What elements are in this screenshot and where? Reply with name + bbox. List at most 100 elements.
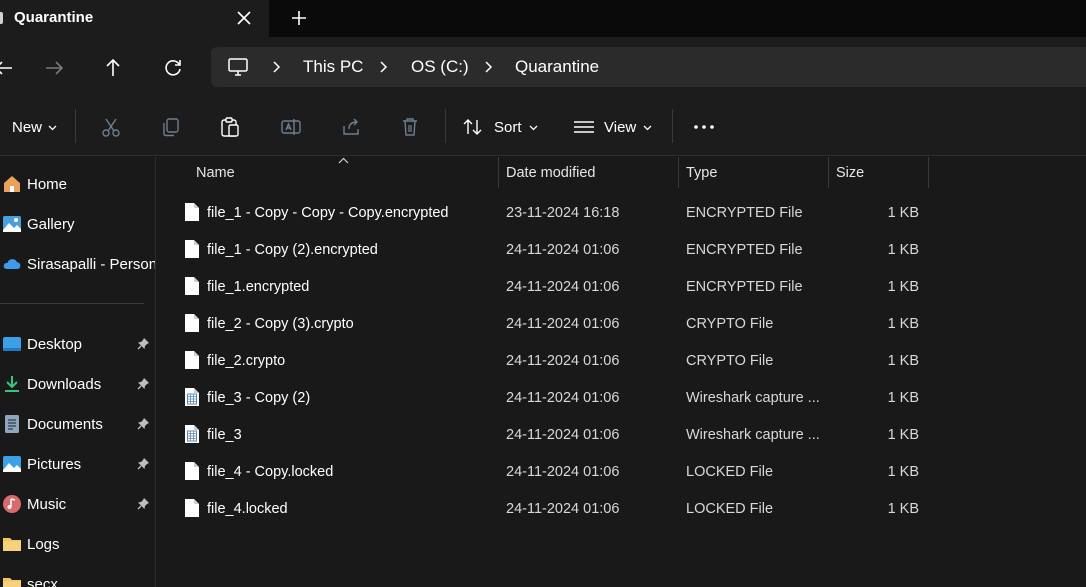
view-button[interactable]: View xyxy=(604,119,636,136)
file-row[interactable]: file_1.encrypted 24-11-2024 01:06 ENCRYP… xyxy=(157,268,1086,305)
file-row[interactable]: file_3 24-11-2024 01:06 Wireshark captur… xyxy=(157,416,1086,453)
sort-button[interactable]: Sort xyxy=(494,119,522,136)
delete-icon[interactable] xyxy=(399,116,421,138)
file-row[interactable]: file_2 - Copy (3).crypto 24-11-2024 01:0… xyxy=(157,305,1086,342)
file-size: 1 KB xyxy=(887,464,919,480)
this-pc-icon xyxy=(228,58,248,76)
share-icon[interactable] xyxy=(340,116,362,138)
file-size: 1 KB xyxy=(887,390,919,406)
refresh-icon[interactable] xyxy=(161,56,185,80)
file-name: file_3 - Copy (2) xyxy=(207,390,311,406)
back-arrow-icon[interactable] xyxy=(0,56,16,80)
column-header-size[interactable]: Size xyxy=(829,157,928,188)
gallery-icon xyxy=(3,216,21,232)
file-row[interactable]: file_4.locked 24-11-2024 01:06 LOCKED Fi… xyxy=(157,490,1086,527)
sidebar-item-documents[interactable]: Documents xyxy=(0,406,155,442)
breadcrumb-os-c[interactable]: OS (C:) xyxy=(411,57,469,77)
file-type: ENCRYPTED File xyxy=(686,279,803,295)
sidebar-item-logs[interactable]: Logs xyxy=(0,526,155,562)
sidebar-item-label: Downloads xyxy=(27,376,102,393)
chevron-right-icon[interactable] xyxy=(269,60,283,74)
column-header-label: Size xyxy=(836,165,865,181)
blank-file-icon xyxy=(185,240,199,258)
copy-icon[interactable] xyxy=(160,116,182,138)
file-date-modified: 24-11-2024 01:06 xyxy=(506,242,620,258)
capture-file-icon xyxy=(185,425,199,443)
file-row[interactable]: file_1 - Copy (2).encrypted 24-11-2024 0… xyxy=(157,231,1086,268)
paste-icon[interactable] xyxy=(219,116,241,138)
blank-file-icon xyxy=(185,462,199,480)
downloads-icon xyxy=(5,376,19,392)
pin-icon[interactable] xyxy=(137,417,150,430)
chevron-right-icon[interactable] xyxy=(376,60,390,74)
new-button[interactable]: New xyxy=(12,119,42,136)
sidebar-item-pictures[interactable]: Pictures xyxy=(0,446,155,482)
sidebar-item-desktop[interactable]: Desktop xyxy=(0,326,155,362)
blank-file-icon xyxy=(185,499,199,517)
file-size: 1 KB xyxy=(887,205,919,221)
new-tab-plus-icon[interactable] xyxy=(288,7,310,29)
file-type: Wireshark capture ... xyxy=(686,427,820,443)
pin-icon[interactable] xyxy=(137,497,150,510)
rename-icon[interactable] xyxy=(280,116,302,138)
blank-file-icon xyxy=(185,277,199,295)
sort-icon[interactable] xyxy=(462,116,484,138)
pin-icon[interactable] xyxy=(137,337,150,350)
file-date-modified: 24-11-2024 01:06 xyxy=(506,464,620,480)
toolbar-divider xyxy=(75,109,76,143)
chevron-right-icon[interactable] xyxy=(481,60,495,74)
file-row[interactable]: file_4 - Copy.locked 24-11-2024 01:06 LO… xyxy=(157,453,1086,490)
folder-icon xyxy=(3,578,21,587)
address-bar[interactable]: This PC OS (C:) Quarantine xyxy=(211,47,1086,87)
sidebar-item-label: Home xyxy=(27,176,68,193)
file-row[interactable]: file_3 - Copy (2) 24-11-2024 01:06 Wires… xyxy=(157,379,1086,416)
breadcrumb-quarantine[interactable]: Quarantine xyxy=(515,57,599,77)
column-divider[interactable] xyxy=(928,157,929,188)
sidebar-item-music[interactable]: Music xyxy=(0,486,155,522)
close-icon[interactable] xyxy=(234,8,254,28)
file-list: Name Date modified Type Size file_1 - Co… xyxy=(157,157,1086,587)
sidebar-item-label: Sirasapalli - Persona xyxy=(27,256,156,273)
file-name: file_4 - Copy.locked xyxy=(207,464,334,480)
file-name: file_3 xyxy=(207,427,242,443)
chevron-down-icon[interactable] xyxy=(643,123,652,132)
music-icon xyxy=(3,495,21,513)
sidebar-item-secx[interactable]: secx xyxy=(0,566,155,587)
view-icon[interactable] xyxy=(573,116,595,138)
file-name: file_1 - Copy - Copy - Copy.encrypted xyxy=(207,205,449,221)
chevron-down-icon[interactable] xyxy=(529,123,538,132)
column-header-name[interactable]: Name xyxy=(157,157,498,188)
cut-icon[interactable] xyxy=(100,116,122,138)
sidebar-divider xyxy=(0,303,144,304)
sidebar-item-home[interactable]: Home xyxy=(0,166,155,202)
column-header-label: Name xyxy=(196,165,235,181)
tab-quarantine[interactable]: Quarantine xyxy=(0,0,269,37)
column-header-date-modified[interactable]: Date modified xyxy=(499,157,678,188)
pin-icon[interactable] xyxy=(137,457,150,470)
column-header-label: Date modified xyxy=(506,165,596,181)
sidebar-item-onedrive[interactable]: Sirasapalli - Persona xyxy=(0,246,156,282)
file-row[interactable]: file_1 - Copy - Copy - Copy.encrypted 23… xyxy=(157,194,1086,231)
column-header-type[interactable]: Type xyxy=(679,157,828,188)
file-row[interactable]: file_2.crypto 24-11-2024 01:06 CRYPTO Fi… xyxy=(157,342,1086,379)
sidebar-item-label: Documents xyxy=(27,416,103,433)
desktop-icon xyxy=(3,337,21,351)
capture-file-icon xyxy=(185,388,199,406)
file-date-modified: 24-11-2024 01:06 xyxy=(506,501,620,517)
up-arrow-icon[interactable] xyxy=(101,56,125,80)
sidebar-item-downloads[interactable]: Downloads xyxy=(0,366,155,402)
more-options-icon[interactable] xyxy=(693,116,715,138)
file-size: 1 KB xyxy=(887,427,919,443)
file-size: 1 KB xyxy=(887,279,919,295)
file-type: Wireshark capture ... xyxy=(686,390,820,406)
command-bar: New Sort View xyxy=(0,99,1086,156)
breadcrumb-this-pc[interactable]: This PC xyxy=(303,57,363,77)
file-name: file_2.crypto xyxy=(207,353,286,369)
chevron-down-icon[interactable] xyxy=(48,123,57,132)
sidebar-item-gallery[interactable]: Gallery xyxy=(0,206,155,242)
pin-icon[interactable] xyxy=(137,377,150,390)
file-name: file_1.encrypted xyxy=(207,279,310,295)
forward-arrow-icon[interactable] xyxy=(42,56,66,80)
blank-file-icon xyxy=(185,203,199,221)
file-size: 1 KB xyxy=(887,353,919,369)
